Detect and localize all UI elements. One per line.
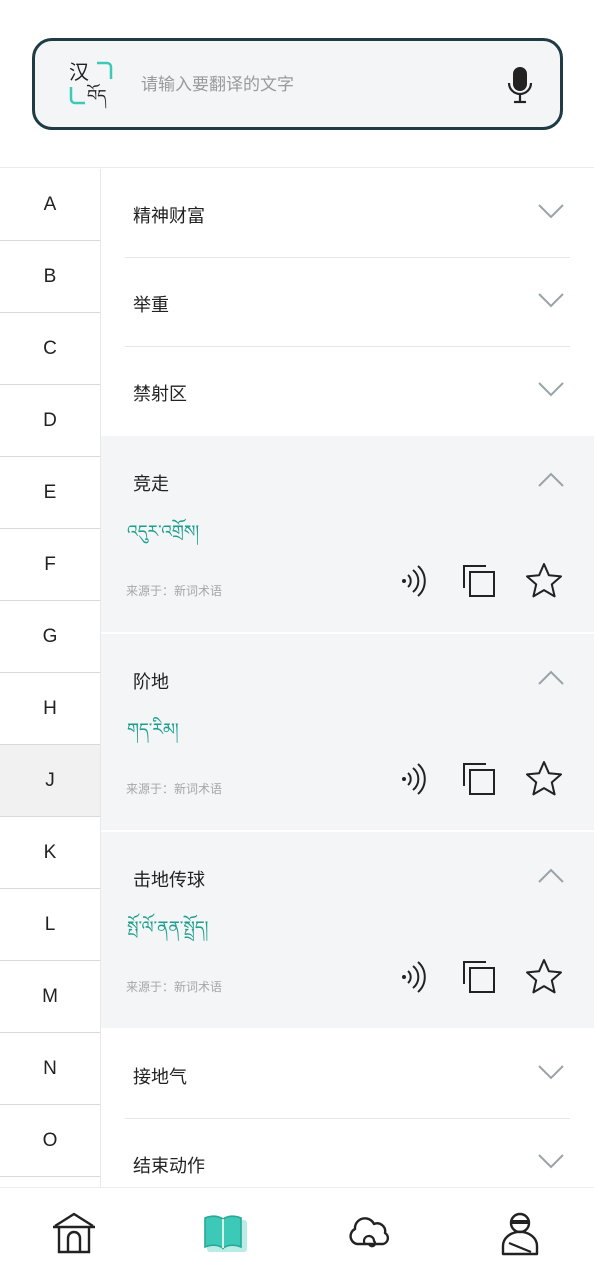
- alphabet-item-c[interactable]: C: [0, 313, 100, 385]
- alphabet-item-g[interactable]: G: [0, 601, 100, 673]
- chevron-up-icon[interactable]: [538, 670, 564, 686]
- chevron-down-icon[interactable]: [538, 292, 564, 308]
- alphabet-item-m[interactable]: M: [0, 961, 100, 1033]
- alphabet-item-j[interactable]: J: [0, 745, 100, 817]
- list-item[interactable]: 结束动作: [125, 1119, 570, 1187]
- dictionary-icon[interactable]: [201, 1210, 247, 1256]
- tibetan-translation: གད་རིམ།: [127, 720, 179, 740]
- speaker-icon[interactable]: [396, 562, 434, 600]
- chevron-down-icon[interactable]: [538, 203, 564, 219]
- chevron-down-icon[interactable]: [538, 1064, 564, 1080]
- alphabet-item-e[interactable]: E: [0, 457, 100, 529]
- microphone-icon[interactable]: [506, 65, 534, 105]
- cloud-icon[interactable]: [347, 1210, 393, 1256]
- chevron-down-icon[interactable]: [538, 1153, 564, 1169]
- search-box[interactable]: 汉 བོད: [32, 38, 563, 130]
- alphabet-item-b[interactable]: B: [0, 241, 100, 313]
- entry-word: 接地气: [133, 1067, 187, 1088]
- home-icon[interactable]: [51, 1210, 97, 1256]
- entry-word: 阶地: [133, 672, 169, 693]
- star-icon[interactable]: [525, 760, 563, 798]
- alphabet-item-h[interactable]: H: [0, 673, 100, 745]
- profile-icon[interactable]: [497, 1210, 543, 1256]
- chevron-up-icon[interactable]: [538, 868, 564, 884]
- expanded-entry-card: 阶地 གད་རིམ། 来源于：新词术语: [101, 634, 594, 830]
- chevron-down-icon[interactable]: [538, 381, 564, 397]
- logo-tib-text: བོད: [86, 83, 106, 109]
- alphabet-item-l[interactable]: L: [0, 889, 100, 961]
- star-icon[interactable]: [525, 562, 563, 600]
- copy-icon[interactable]: [460, 562, 498, 600]
- list-item[interactable]: 接地气: [125, 1030, 570, 1119]
- list-item[interactable]: 举重: [125, 258, 570, 347]
- tibetan-translation: སྤོ་ལོ་ནན་སྤྲོད།: [127, 918, 209, 938]
- search-header: 汉 བོད: [0, 0, 594, 168]
- word-list: 精神财富 举重 禁射区 竞走 འདུར་འགྲོས། 来源于：新词术语 阶地 ག…: [101, 169, 594, 1187]
- logo-han-text: 汉: [69, 60, 89, 84]
- entry-word: 举重: [133, 295, 169, 316]
- entry-word: 竞走: [133, 474, 169, 495]
- speaker-icon[interactable]: [396, 760, 434, 798]
- expanded-entry-card: 击地传球 སྤོ་ལོ་ནན་སྤྲོད། 来源于：新词术语: [101, 832, 594, 1028]
- alphabet-item-d[interactable]: D: [0, 385, 100, 457]
- alphabet-item-o[interactable]: O: [0, 1105, 100, 1177]
- search-input[interactable]: [141, 71, 481, 99]
- star-icon[interactable]: [525, 958, 563, 996]
- alphabet-item-a[interactable]: A: [0, 169, 100, 241]
- alphabet-item-f[interactable]: F: [0, 529, 100, 601]
- source-label: 来源于：新词术语: [126, 782, 223, 796]
- list-item[interactable]: 精神财富: [125, 169, 570, 258]
- speaker-icon[interactable]: [396, 958, 434, 996]
- source-label: 来源于：新词术语: [126, 584, 223, 598]
- entry-word: 禁射区: [133, 384, 187, 405]
- copy-icon[interactable]: [460, 760, 498, 798]
- expanded-entry-card: 竞走 འདུར་འགྲོས། 来源于：新词术语: [101, 436, 594, 632]
- source-label: 来源于：新词术语: [126, 980, 223, 994]
- list-item[interactable]: 禁射区: [125, 347, 570, 436]
- entry-word: 结束动作: [133, 1156, 205, 1177]
- alphabet-item-k[interactable]: K: [0, 817, 100, 889]
- copy-icon[interactable]: [460, 958, 498, 996]
- entry-word: 击地传球: [133, 870, 205, 891]
- entry-word: 精神财富: [133, 206, 205, 227]
- alphabet-item-n[interactable]: N: [0, 1033, 100, 1105]
- tibetan-translation: འདུར་འགྲོས།: [127, 522, 200, 542]
- alphabet-index: A B C D E F G H J K L M N O: [0, 169, 101, 1187]
- translate-logo-icon: 汉 བོད: [69, 60, 113, 109]
- bottom-nav: [0, 1187, 594, 1280]
- chevron-up-icon[interactable]: [538, 472, 564, 488]
